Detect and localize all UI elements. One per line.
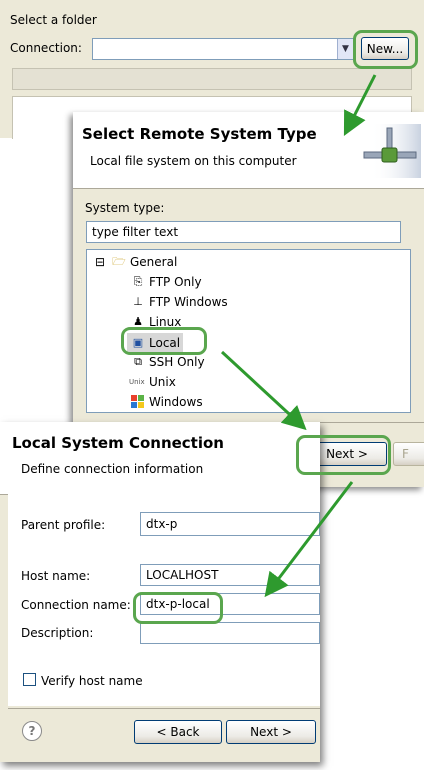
arrow-local-to-next	[220, 350, 307, 431]
arrow-new-to-type	[343, 74, 377, 137]
guide-arrows	[220, 74, 377, 598]
arrow-next-to-name	[264, 481, 354, 598]
